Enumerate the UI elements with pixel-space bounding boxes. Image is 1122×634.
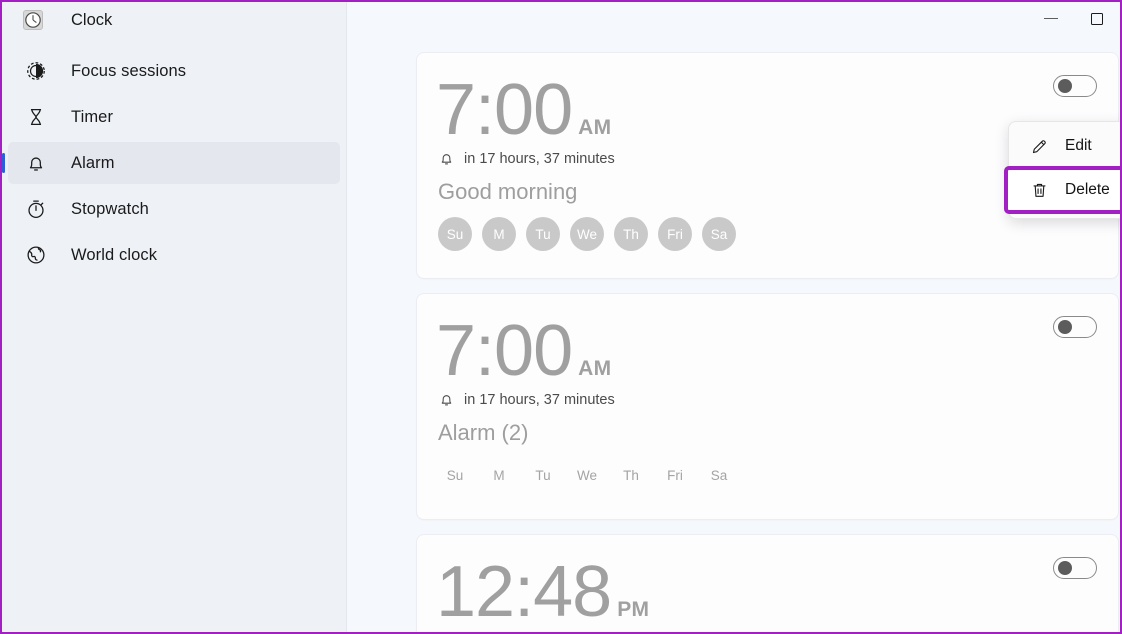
- context-menu-item-edit[interactable]: Edit: [1009, 126, 1120, 166]
- sidebar-item-label: World clock: [71, 245, 158, 264]
- alarm-countdown-label: in 17 hours, 37 minutes: [464, 150, 615, 167]
- alarm-card[interactable]: 12:48 PM: [416, 534, 1119, 632]
- sidebar-item-label: Stopwatch: [71, 199, 149, 218]
- toggle-knob: [1058, 561, 1072, 576]
- timer-hourglass-icon: [22, 103, 50, 131]
- maximize-button[interactable]: [1074, 2, 1120, 35]
- alarm-countdown-row: in 17 hours, 37 minutes: [438, 150, 1098, 167]
- pencil-edit-icon: [1030, 137, 1049, 156]
- toggle-knob: [1058, 320, 1072, 335]
- focus-sessions-icon: [22, 57, 50, 85]
- alarm-name-label: Alarm (2): [438, 420, 529, 445]
- alarm-countdown-label: in 17 hours, 37 minutes: [464, 391, 615, 408]
- alarm-time: 7:00: [436, 311, 573, 391]
- day-chip-sa[interactable]: Sa: [702, 458, 736, 492]
- alarm-bell-icon: [22, 149, 50, 177]
- day-chip-m[interactable]: M: [482, 217, 516, 251]
- sidebar-item-timer[interactable]: Timer: [8, 96, 340, 138]
- day-chip-sa[interactable]: Sa: [702, 217, 736, 251]
- alarm-time: 7:00: [436, 70, 573, 150]
- day-chip-su[interactable]: Su: [438, 458, 472, 492]
- alarm-card[interactable]: 7:00 AM in 17 hours, 37 minutes Alarm (2…: [416, 293, 1119, 520]
- alarm-enable-toggle[interactable]: [1053, 316, 1097, 338]
- alarm-time-row: 7:00 AM: [436, 312, 1098, 390]
- sidebar-item-world-clock[interactable]: World clock: [8, 234, 340, 276]
- selection-indicator: [2, 153, 5, 173]
- alarm-name-label: Good morning: [438, 179, 578, 204]
- alarm-meridiem: PM: [617, 598, 650, 621]
- world-clock-globe-icon: [22, 241, 50, 269]
- alarm-repeat-days: Su M Tu We Th Fri Sa: [438, 217, 1098, 251]
- sidebar-item-stopwatch[interactable]: Stopwatch: [8, 188, 340, 230]
- context-menu-item-label: Edit: [1065, 137, 1092, 154]
- sidebar-item-focus-sessions[interactable]: Focus sessions: [8, 50, 340, 92]
- navigation-sidebar: Clock Focus sessions Timer Alarm Stopwat…: [2, 2, 347, 632]
- day-chip-su[interactable]: Su: [438, 217, 472, 251]
- maximize-icon: [1091, 12, 1103, 25]
- alarm-meridiem: AM: [578, 357, 612, 380]
- sidebar-item-label: Timer: [71, 107, 114, 126]
- alarm-repeat-days: Su M Tu We Th Fri Sa: [438, 458, 1098, 492]
- day-chip-th[interactable]: Th: [614, 217, 648, 251]
- app-title-label: Clock: [71, 10, 113, 29]
- context-menu-item-delete[interactable]: Delete: [1004, 166, 1120, 214]
- app-title-bar: Clock: [2, 2, 346, 38]
- day-chip-we[interactable]: We: [570, 217, 604, 251]
- clock-app-window: Clock Focus sessions Timer Alarm Stopwat…: [0, 0, 1122, 634]
- day-chip-fri[interactable]: Fri: [658, 217, 692, 251]
- alarm-time-row: 7:00 AM: [436, 71, 1098, 149]
- alarm-context-menu: Edit Delete: [1004, 121, 1120, 219]
- alarm-time: 12:48: [436, 552, 612, 632]
- alarm-enable-toggle[interactable]: [1053, 75, 1097, 97]
- window-controls: [1028, 2, 1120, 35]
- sidebar-item-label: Alarm: [71, 153, 115, 172]
- context-menu-item-label: Delete: [1065, 181, 1110, 198]
- toggle-knob: [1058, 79, 1072, 94]
- minimize-icon: [1044, 17, 1058, 20]
- clock-app-icon: [22, 9, 44, 31]
- alarm-countdown-row: in 17 hours, 37 minutes: [438, 391, 1098, 408]
- day-chip-m[interactable]: M: [482, 458, 516, 492]
- minimize-button[interactable]: [1028, 2, 1074, 35]
- day-chip-th[interactable]: Th: [614, 458, 648, 492]
- alarm-bell-icon: [438, 150, 455, 167]
- trash-delete-icon: [1030, 181, 1049, 200]
- day-chip-we[interactable]: We: [570, 458, 604, 492]
- alarm-meridiem: AM: [578, 116, 612, 139]
- day-chip-fri[interactable]: Fri: [658, 458, 692, 492]
- alarm-enable-toggle[interactable]: [1053, 557, 1097, 579]
- stopwatch-icon: [22, 195, 50, 223]
- sidebar-item-label: Focus sessions: [71, 61, 187, 80]
- alarm-time-row: 12:48 PM: [436, 553, 1098, 631]
- day-chip-tu[interactable]: Tu: [526, 217, 560, 251]
- alarm-bell-icon: [438, 391, 455, 408]
- day-chip-tu[interactable]: Tu: [526, 458, 560, 492]
- sidebar-item-alarm[interactable]: Alarm: [2, 142, 340, 184]
- alarm-list-panel: 7:00 AM in 17 hours, 37 minutes Good mor…: [347, 2, 1120, 632]
